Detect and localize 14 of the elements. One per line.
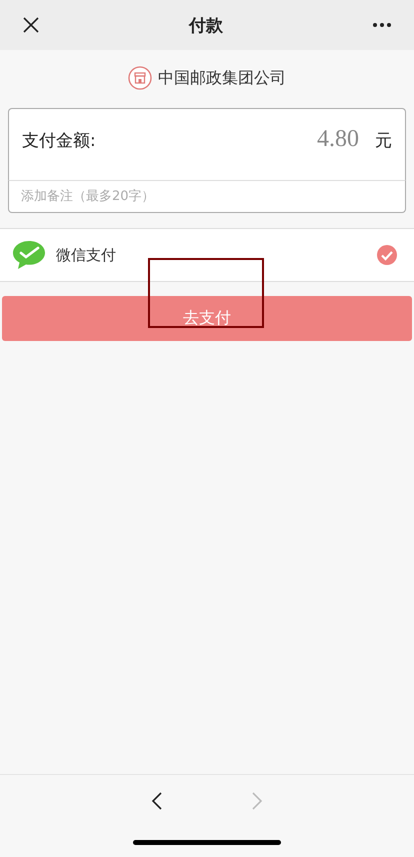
pay-button[interactable]: 去支付: [2, 296, 412, 341]
back-icon[interactable]: [151, 792, 163, 810]
currency-unit: 元: [375, 130, 392, 152]
close-icon[interactable]: [22, 16, 40, 34]
merchant-name: 中国邮政集团公司: [158, 68, 286, 88]
store-icon: [128, 66, 152, 90]
more-icon[interactable]: [372, 22, 392, 28]
page-title: 付款: [189, 14, 223, 36]
remark-field[interactable]: 添加备注（最多20字）: [8, 180, 406, 213]
payment-label: 微信支付: [56, 246, 117, 264]
payment-option[interactable]: 微信支付: [0, 228, 414, 282]
amount-label: 支付金额:: [22, 130, 97, 152]
chat-bubble-icon: [12, 240, 46, 270]
amount-field[interactable]: 4.80: [317, 126, 359, 153]
